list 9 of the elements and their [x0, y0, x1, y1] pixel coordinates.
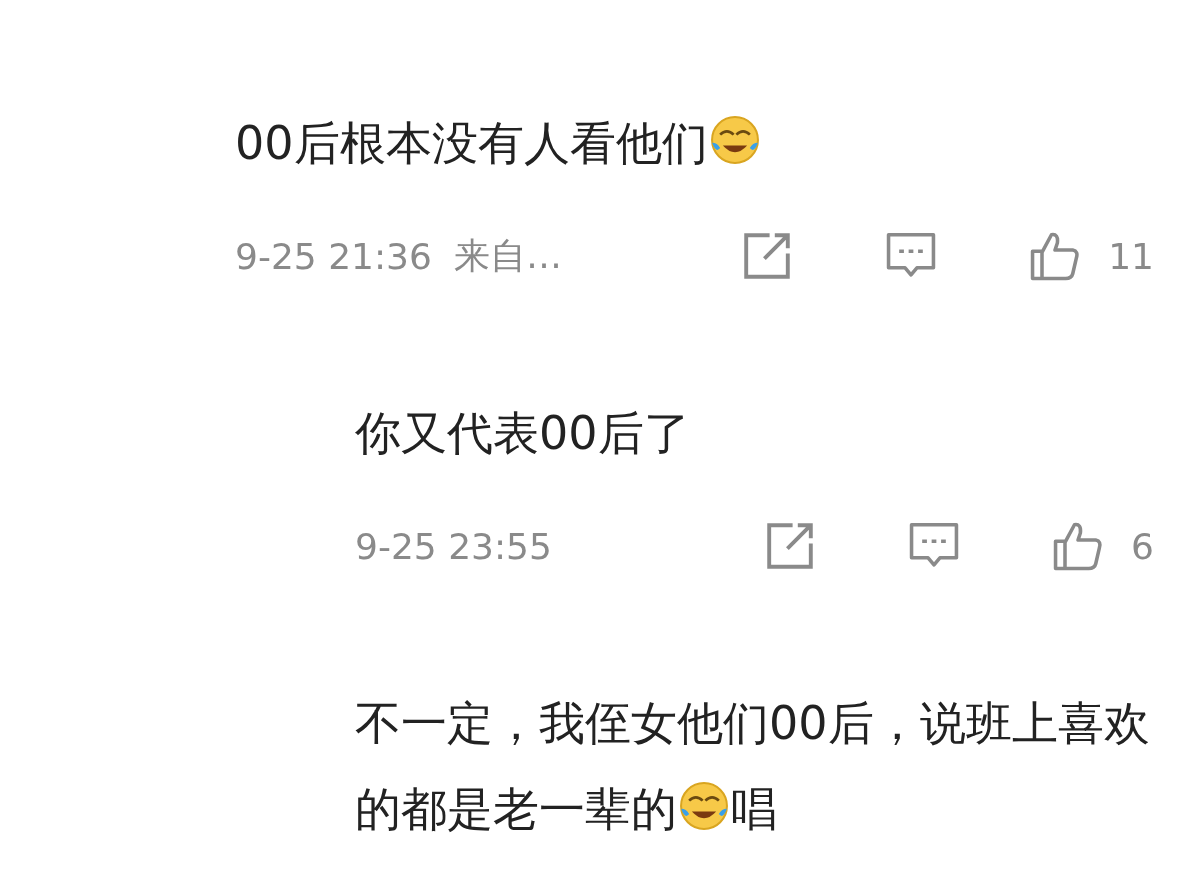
like-count: 11 — [1108, 235, 1154, 277]
reply-time: 9-25 23:55 — [355, 525, 552, 567]
laughing-emoji-icon — [677, 779, 731, 833]
reply-text: 你又代表00后了 — [355, 405, 691, 462]
comment-time: 9-25 21:36 — [235, 235, 432, 277]
reply-text: 不一定，我侄女他们00后，说班上喜欢的都是老一辈的 唱 — [355, 695, 1151, 838]
comment-source: 来自… — [453, 233, 562, 278]
like-count: 6 — [1131, 525, 1154, 567]
comment-text: 00后根本没有人看他们 — [235, 100, 1135, 186]
